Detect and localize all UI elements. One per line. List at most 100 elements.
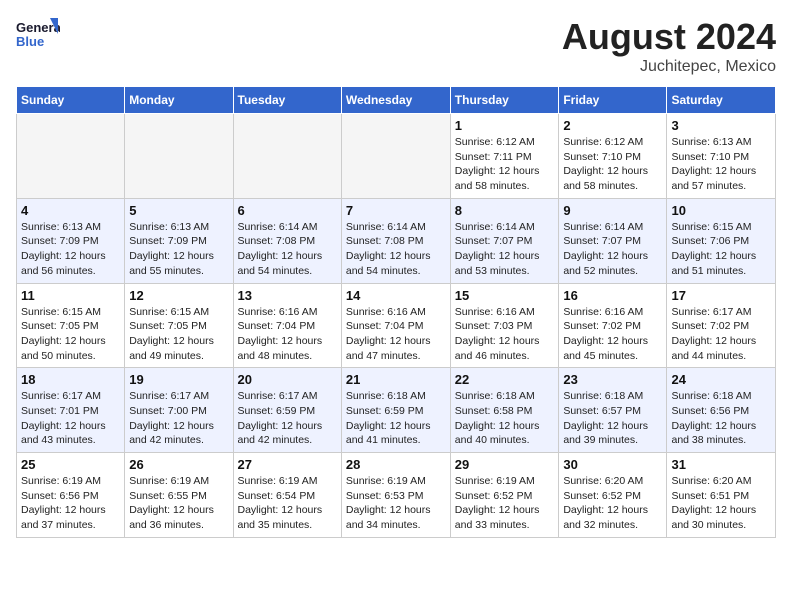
day-info: Sunrise: 6:19 AMSunset: 6:53 PMDaylight:… [346,474,446,533]
day-cell: 15 Sunrise: 6:16 AMSunset: 7:03 PMDayligh… [450,283,559,368]
day-number: 13 [238,288,337,303]
day-number: 29 [455,457,555,472]
day-info: Sunrise: 6:12 AMSunset: 7:10 PMDaylight:… [563,135,662,194]
day-info: Sunrise: 6:20 AMSunset: 6:52 PMDaylight:… [563,474,662,533]
calendar-week-row: 4 Sunrise: 6:13 AMSunset: 7:09 PMDaylight… [17,198,776,283]
day-number: 27 [238,457,337,472]
day-number: 19 [129,372,228,387]
day-cell: 31 Sunrise: 6:20 AMSunset: 6:51 PMDayligh… [667,453,776,538]
day-cell: 18Sunrise: 6:17 AMSunset: 7:01 PMDayligh… [17,368,125,453]
day-number: 30 [563,457,662,472]
day-info: Sunrise: 6:13 AMSunset: 7:09 PMDaylight:… [21,220,120,279]
calendar-week-row: 25 Sunrise: 6:19 AMSunset: 6:56 PMDayligh… [17,453,776,538]
day-cell: 29 Sunrise: 6:19 AMSunset: 6:52 PMDayligh… [450,453,559,538]
day-cell: 9Sunrise: 6:14 AMSunset: 7:07 PMDaylight… [559,198,667,283]
day-number: 22 [455,372,555,387]
day-number: 5 [129,203,228,218]
day-info: Sunrise: 6:20 AMSunset: 6:51 PMDaylight:… [671,474,771,533]
day-number: 4 [21,203,120,218]
day-number: 20 [238,372,337,387]
day-cell: 26 Sunrise: 6:19 AMSunset: 6:55 PMDayligh… [125,453,233,538]
day-number: 23 [563,372,662,387]
day-info: Sunrise: 6:18 AMSunset: 6:56 PMDaylight:… [671,389,771,448]
logo-svg: General Blue [16,16,60,60]
day-info: Sunrise: 6:17 AMSunset: 7:01 PMDaylight:… [21,389,120,448]
day-info: Sunrise: 6:19 AMSunset: 6:55 PMDaylight:… [129,474,228,533]
day-number: 7 [346,203,446,218]
day-number: 16 [563,288,662,303]
empty-cell [17,114,125,199]
svg-text:Blue: Blue [16,34,44,49]
day-info: Sunrise: 6:18 AMSunset: 6:57 PMDaylight:… [563,389,662,448]
day-cell: 11 Sunrise: 6:15 AMSunset: 7:05 PMDayligh… [17,283,125,368]
day-info: Sunrise: 6:19 AMSunset: 6:56 PMDaylight:… [21,474,120,533]
day-cell: 10 Sunrise: 6:15 AMSunset: 7:06 PMDayligh… [667,198,776,283]
calendar-week-row: 1 Sunrise: 6:12 AMSunset: 7:11 PMDaylight… [17,114,776,199]
day-info: Sunrise: 6:19 AMSunset: 6:52 PMDaylight:… [455,474,555,533]
weekday-header-wednesday: Wednesday [341,87,450,114]
day-info: Sunrise: 6:13 AMSunset: 7:10 PMDaylight:… [671,135,771,194]
day-info: Sunrise: 6:16 AMSunset: 7:04 PMDaylight:… [346,305,446,364]
day-number: 8 [455,203,555,218]
day-cell: 27Sunrise: 6:19 AMSunset: 6:54 PMDayligh… [233,453,341,538]
weekday-header-row: SundayMondayTuesdayWednesdayThursdayFrid… [17,87,776,114]
day-cell: 19 Sunrise: 6:17 AMSunset: 7:00 PMDayligh… [125,368,233,453]
weekday-header-thursday: Thursday [450,87,559,114]
day-cell: 16Sunrise: 6:16 AMSunset: 7:02 PMDayligh… [559,283,667,368]
day-info: Sunrise: 6:18 AMSunset: 6:58 PMDaylight:… [455,389,555,448]
day-number: 15 [455,288,555,303]
day-cell: 7 Sunrise: 6:14 AMSunset: 7:08 PMDaylight… [341,198,450,283]
calendar-week-row: 18Sunrise: 6:17 AMSunset: 7:01 PMDayligh… [17,368,776,453]
calendar-week-row: 11 Sunrise: 6:15 AMSunset: 7:05 PMDayligh… [17,283,776,368]
empty-cell [125,114,233,199]
day-number: 9 [563,203,662,218]
day-number: 25 [21,457,120,472]
empty-cell [341,114,450,199]
empty-cell [233,114,341,199]
day-info: Sunrise: 6:14 AMSunset: 7:08 PMDaylight:… [346,220,446,279]
day-number: 17 [671,288,771,303]
day-cell: 28Sunrise: 6:19 AMSunset: 6:53 PMDayligh… [341,453,450,538]
day-cell: 5 Sunrise: 6:13 AMSunset: 7:09 PMDaylight… [125,198,233,283]
day-info: Sunrise: 6:12 AMSunset: 7:11 PMDaylight:… [455,135,555,194]
day-cell: 24Sunrise: 6:18 AMSunset: 6:56 PMDayligh… [667,368,776,453]
day-info: Sunrise: 6:18 AMSunset: 6:59 PMDaylight:… [346,389,446,448]
day-info: Sunrise: 6:16 AMSunset: 7:04 PMDaylight:… [238,305,337,364]
day-number: 1 [455,118,555,133]
day-info: Sunrise: 6:13 AMSunset: 7:09 PMDaylight:… [129,220,228,279]
location: Juchitepec, Mexico [562,58,776,76]
day-info: Sunrise: 6:17 AMSunset: 7:00 PMDaylight:… [129,389,228,448]
logo: General Blue [16,16,60,60]
day-cell: 22 Sunrise: 6:18 AMSunset: 6:58 PMDayligh… [450,368,559,453]
day-number: 10 [671,203,771,218]
weekday-header-sunday: Sunday [17,87,125,114]
day-cell: 21Sunrise: 6:18 AMSunset: 6:59 PMDayligh… [341,368,450,453]
day-number: 26 [129,457,228,472]
page-header: General Blue August 2024 Juchitepec, Mex… [16,16,776,76]
day-cell: 17 Sunrise: 6:17 AMSunset: 7:02 PMDayligh… [667,283,776,368]
day-cell: 8Sunrise: 6:14 AMSunset: 7:07 PMDaylight… [450,198,559,283]
month-year: August 2024 [562,16,776,58]
day-info: Sunrise: 6:17 AMSunset: 7:02 PMDaylight:… [671,305,771,364]
weekday-header-friday: Friday [559,87,667,114]
day-cell: 23 Sunrise: 6:18 AMSunset: 6:57 PMDayligh… [559,368,667,453]
day-info: Sunrise: 6:14 AMSunset: 7:08 PMDaylight:… [238,220,337,279]
day-cell: 6Sunrise: 6:14 AMSunset: 7:08 PMDaylight… [233,198,341,283]
day-info: Sunrise: 6:16 AMSunset: 7:03 PMDaylight:… [455,305,555,364]
day-info: Sunrise: 6:15 AMSunset: 7:06 PMDaylight:… [671,220,771,279]
day-number: 3 [671,118,771,133]
day-number: 11 [21,288,120,303]
day-info: Sunrise: 6:15 AMSunset: 7:05 PMDaylight:… [21,305,120,364]
day-number: 12 [129,288,228,303]
day-cell: 12 Sunrise: 6:15 AMSunset: 7:05 PMDayligh… [125,283,233,368]
calendar-table: SundayMondayTuesdayWednesdayThursdayFrid… [16,86,776,538]
day-number: 2 [563,118,662,133]
day-cell: 2 Sunrise: 6:12 AMSunset: 7:10 PMDaylight… [559,114,667,199]
day-cell: 4 Sunrise: 6:13 AMSunset: 7:09 PMDaylight… [17,198,125,283]
day-number: 31 [671,457,771,472]
day-cell: 1 Sunrise: 6:12 AMSunset: 7:11 PMDaylight… [450,114,559,199]
day-info: Sunrise: 6:15 AMSunset: 7:05 PMDaylight:… [129,305,228,364]
title-block: August 2024 Juchitepec, Mexico [562,16,776,76]
day-cell: 14Sunrise: 6:16 AMSunset: 7:04 PMDayligh… [341,283,450,368]
day-cell: 13 Sunrise: 6:16 AMSunset: 7:04 PMDayligh… [233,283,341,368]
